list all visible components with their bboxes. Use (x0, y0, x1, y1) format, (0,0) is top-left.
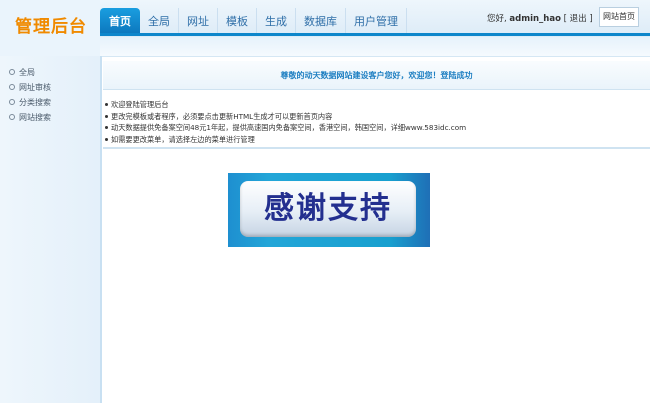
tab-home[interactable]: 首页 (100, 8, 140, 34)
logout-link[interactable]: [ 退出 ] (564, 14, 593, 24)
tab-templates[interactable]: 模板 (218, 8, 257, 34)
list-item-text: 动天数据提供免备案空间48元1年起，提供高速国内免备案空间，香港空间，韩国空间，… (111, 123, 467, 132)
sidebar-item-label: 网站搜索 (19, 113, 51, 122)
main-nav: 首页 全局 网址 模板 生成 数据库 用户管理 (100, 8, 407, 34)
sidebar-item-label: 分类搜索 (19, 98, 51, 107)
bullet-icon (105, 103, 108, 106)
thanks-banner-plate: 感谢支持 (240, 181, 416, 237)
thanks-banner-text: 感谢支持 (264, 191, 392, 226)
tab-urls[interactable]: 网址 (179, 8, 218, 34)
sidebar-item-label: 网址审核 (19, 83, 51, 92)
sidebar-item-label: 全局 (19, 68, 35, 77)
welcome-bar: 尊敬的动天数据网站建设客户您好，欢迎您！登陆成功 (103, 61, 650, 90)
list-item: 如需要更改菜单，请选择左边的菜单进行管理 (103, 134, 650, 146)
tab-user-management[interactable]: 用户管理 (346, 8, 407, 34)
bullet-icon (105, 126, 108, 129)
tab-generate[interactable]: 生成 (257, 8, 296, 34)
list-item: 欢迎登陆管理后台 (103, 99, 650, 111)
app-logo: 管理后台 (15, 17, 87, 37)
welcome-message: 尊敬的动天数据网站建设客户您好，欢迎您！登陆成功 (280, 71, 473, 80)
greeting-text: 您好, (487, 14, 507, 24)
list-item: 动天数据提供免备案空间48元1年起，提供高速国内免备案空间，香港空间，韩国空间，… (103, 122, 650, 134)
bullet-icon (105, 137, 108, 141)
sidebar-item-site-search[interactable]: 网站搜索 (9, 112, 51, 124)
sidebar-item-global[interactable]: 全局 (9, 67, 35, 79)
user-greeting: 您好, admin_hao [ 退出 ] (487, 12, 593, 24)
list-item-text: 欢迎登陆管理后台 (111, 100, 169, 109)
info-list: 欢迎登陆管理后台 更改完模板或者程序，必须要点击更新HTML生成才可以更新首页内… (103, 99, 650, 145)
sub-header-bar (100, 37, 650, 57)
list-item-text: 如需要更改菜单，请选择左边的菜单进行管理 (111, 134, 255, 144)
sidebar-item-url-review[interactable]: 网址审核 (9, 82, 51, 94)
username: admin_hao (509, 14, 561, 24)
tab-global[interactable]: 全局 (140, 8, 179, 34)
nav-underline (100, 33, 650, 36)
circle-bullet-icon (9, 113, 15, 120)
circle-bullet-icon (9, 83, 15, 90)
tab-database[interactable]: 数据库 (296, 8, 346, 34)
list-item-text: 更改完模板或者程序，必须要点击更新HTML生成才可以更新首页内容 (111, 111, 333, 121)
circle-bullet-icon (9, 68, 15, 75)
section-divider (103, 147, 650, 149)
bullet-icon (105, 114, 108, 118)
list-item: 更改完模板或者程序，必须要点击更新HTML生成才可以更新首页内容 (103, 111, 650, 123)
site-home-button[interactable]: 网站首页 (599, 7, 639, 27)
logo-area: 管理后台 (0, 0, 100, 56)
circle-bullet-icon (9, 98, 15, 105)
sidebar-item-category-search[interactable]: 分类搜索 (9, 97, 51, 109)
thanks-banner: 感谢支持 (228, 173, 430, 247)
